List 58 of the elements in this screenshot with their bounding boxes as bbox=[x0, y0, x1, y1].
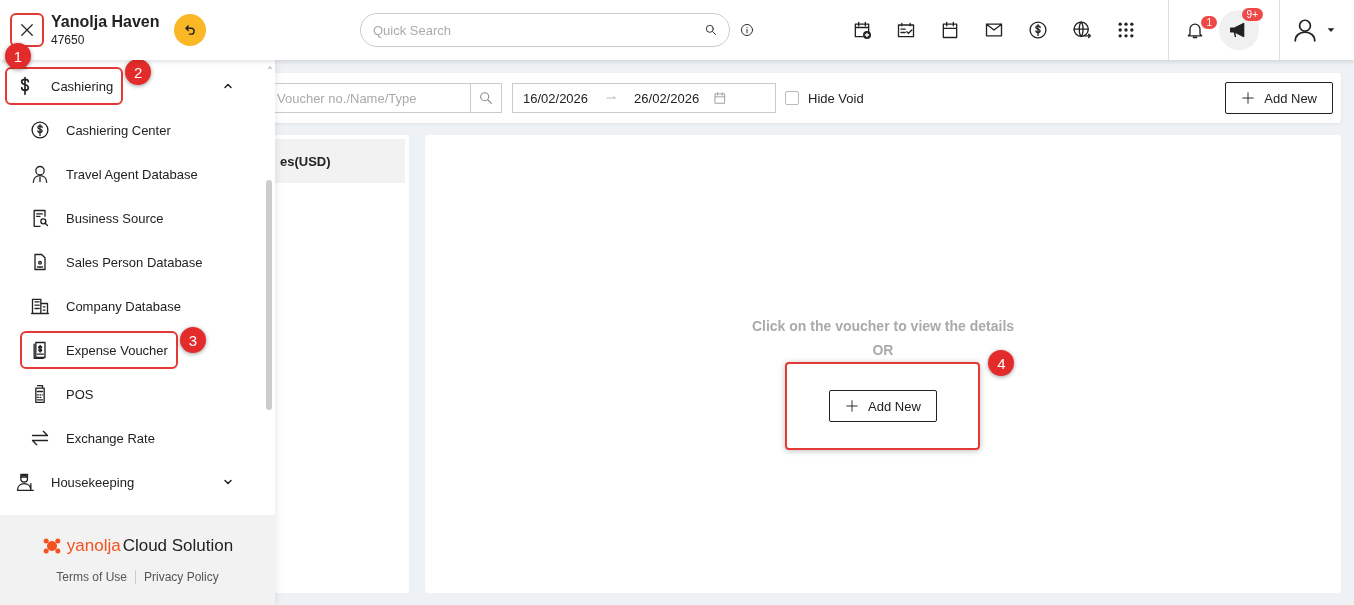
menu-group[interactable]: Cashiering bbox=[7, 69, 122, 103]
caret-icon bbox=[1326, 25, 1336, 35]
hotel-id: 47650 bbox=[51, 33, 86, 47]
logo-icon bbox=[41, 536, 62, 556]
or-text: OR bbox=[872, 342, 894, 358]
dollar-circle-icon[interactable] bbox=[1028, 20, 1048, 40]
exchange-arrows-icon bbox=[30, 428, 50, 448]
callout-number: 1 bbox=[5, 43, 31, 69]
menu-item[interactable]: Business Source bbox=[22, 201, 172, 235]
menu-group[interactable]: Housekeeping bbox=[7, 465, 143, 499]
building-icon bbox=[30, 296, 50, 316]
calendar-add-icon[interactable] bbox=[852, 20, 872, 40]
date-range-field[interactable]: 16/02/2026 26/02/2026 bbox=[512, 83, 776, 113]
globe-icon[interactable] bbox=[1072, 20, 1092, 40]
announcement-count: 9+ bbox=[1241, 8, 1263, 21]
menu-item[interactable]: Cashiering Center bbox=[22, 113, 179, 147]
close-icon bbox=[18, 21, 36, 39]
calendar-check-icon[interactable] bbox=[896, 20, 916, 40]
checkbox-label: Hide Void bbox=[808, 90, 864, 106]
calendar-icon bbox=[713, 91, 728, 105]
callout-number: 2 bbox=[125, 60, 152, 85]
person-icon bbox=[30, 164, 50, 184]
user-icon bbox=[1292, 17, 1318, 43]
callout-number: 3 bbox=[179, 327, 206, 353]
menu-item[interactable]: Company Database bbox=[22, 289, 189, 323]
hotel-name: Yanolja Haven bbox=[51, 13, 160, 31]
brand-tagline: Cloud Solution bbox=[122, 536, 234, 556]
menu-item[interactable]: Exchange Rate bbox=[22, 421, 163, 455]
add-new-button[interactable]: Add New bbox=[1225, 82, 1333, 114]
footer-link[interactable]: Terms of Use bbox=[56, 570, 127, 584]
search-icon bbox=[704, 23, 718, 37]
apps-grid-icon[interactable] bbox=[1116, 20, 1136, 40]
plus-icon bbox=[845, 399, 860, 413]
undo-icon bbox=[182, 23, 197, 37]
scroll-up-icon bbox=[266, 64, 274, 70]
menu-item[interactable]: Expense Voucher bbox=[22, 333, 176, 367]
close-button[interactable] bbox=[12, 15, 42, 45]
menu-item[interactable]: POS bbox=[22, 377, 102, 411]
date-value: 16/02/2026 bbox=[523, 90, 589, 106]
notification-count: 1 bbox=[1201, 16, 1217, 29]
dollar-circle-icon bbox=[30, 120, 50, 140]
quick-search-field[interactable]: Quick Search bbox=[360, 13, 730, 47]
housekeeper-icon bbox=[15, 472, 35, 492]
menu-item[interactable]: Sales Person Database bbox=[22, 245, 211, 279]
plus-icon bbox=[1241, 91, 1256, 105]
info-icon bbox=[740, 23, 754, 37]
brand-name: yanolja bbox=[66, 536, 121, 556]
calendar-icon[interactable] bbox=[940, 20, 960, 40]
callout-number: 4 bbox=[988, 350, 1015, 376]
menu-item[interactable]: Travel Agent Database bbox=[22, 157, 206, 191]
mail-icon[interactable] bbox=[984, 20, 1004, 40]
footer-link[interactable]: Privacy Policy bbox=[144, 570, 219, 584]
add-new-button[interactable]: Add New bbox=[829, 390, 937, 422]
search-icon bbox=[478, 90, 494, 106]
date-value: 26/02/2026 bbox=[634, 90, 700, 106]
undo-button[interactable] bbox=[173, 14, 206, 46]
checkbox[interactable] bbox=[785, 91, 799, 105]
empty-message: Click on the voucher to view the details bbox=[751, 318, 1015, 334]
